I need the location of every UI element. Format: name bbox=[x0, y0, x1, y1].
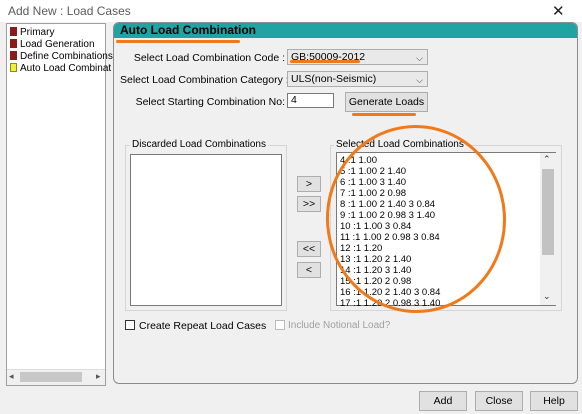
window-title: Add New : Load Cases bbox=[8, 4, 131, 18]
document-red-icon bbox=[10, 27, 17, 36]
tree-scroll-thumb[interactable] bbox=[20, 372, 82, 382]
close-icon[interactable]: ✕ bbox=[552, 2, 565, 20]
notional-load-checkbox bbox=[275, 320, 285, 330]
tree-item-load-generation[interactable]: Load Generation bbox=[10, 39, 95, 51]
move-all-right-button[interactable]: >> bbox=[297, 196, 321, 212]
tree-item-auto-load-combination[interactable]: Auto Load Combinat bbox=[10, 63, 111, 75]
document-yellow-icon bbox=[10, 63, 17, 72]
notional-load-label: Include Notional Load? bbox=[288, 320, 391, 331]
move-right-button[interactable]: > bbox=[297, 176, 321, 192]
scroll-down-icon[interactable]: ⌄ bbox=[543, 291, 551, 302]
start-number-label: Select Starting Combination No: bbox=[135, 96, 285, 108]
category-select[interactable]: ULS(non-Seismic) ⌵ bbox=[287, 71, 428, 87]
category-label: Select Load Combination Category : bbox=[120, 74, 289, 86]
scroll-up-icon[interactable]: ⌃ bbox=[543, 154, 551, 165]
repeat-load-cases-label: Create Repeat Load Cases bbox=[139, 320, 267, 332]
document-red-icon bbox=[10, 51, 17, 60]
move-all-left-button[interactable]: << bbox=[297, 241, 321, 257]
chevron-down-icon: ⌵ bbox=[416, 75, 423, 85]
scroll-right-icon[interactable]: ▸ bbox=[96, 371, 101, 382]
help-button[interactable]: Help bbox=[530, 391, 578, 411]
annotation-underline bbox=[352, 113, 416, 116]
tree-item-primary[interactable]: Primary bbox=[10, 27, 54, 39]
scroll-left-icon[interactable]: ◂ bbox=[9, 371, 14, 382]
chevron-down-icon: ⌵ bbox=[416, 53, 423, 63]
code-label: Select Load Combination Code : bbox=[133, 52, 285, 64]
document-red-icon bbox=[10, 39, 17, 48]
selected-list-scroll-thumb[interactable] bbox=[542, 169, 554, 255]
start-number-input[interactable]: 4 bbox=[287, 93, 334, 108]
add-button[interactable]: Add bbox=[419, 391, 467, 411]
generate-loads-button[interactable]: Generate Loads bbox=[345, 92, 428, 112]
annotation-underline bbox=[116, 40, 240, 43]
panel-header-title: Auto Load Combination bbox=[120, 23, 256, 37]
repeat-load-cases-checkbox[interactable] bbox=[125, 320, 135, 330]
tree-item-define-combinations[interactable]: Define Combinations bbox=[10, 51, 113, 63]
annotation-underline bbox=[290, 60, 360, 63]
move-left-button[interactable]: < bbox=[297, 262, 321, 278]
discarded-group-label: Discarded Load Combinations bbox=[130, 139, 268, 150]
discarded-list[interactable] bbox=[130, 154, 282, 306]
tree-panel bbox=[6, 23, 106, 386]
close-button[interactable]: Close bbox=[475, 391, 523, 411]
